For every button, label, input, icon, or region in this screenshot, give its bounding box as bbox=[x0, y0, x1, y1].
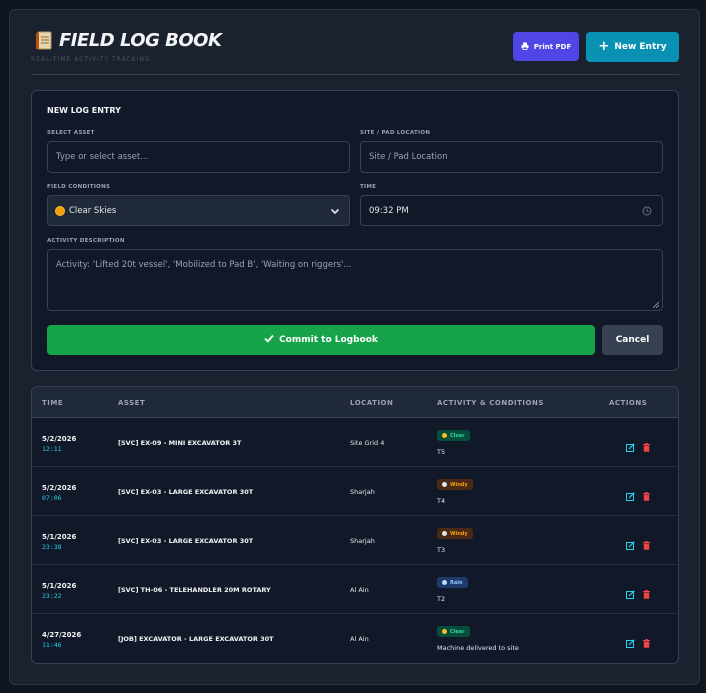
row-date: 5/1/2026 bbox=[42, 582, 77, 590]
log-table: TIME ASSET LOCATION ACTIVITY & CONDITION… bbox=[31, 386, 679, 664]
title-text: FIELD LOG BOOK bbox=[59, 30, 222, 51]
table-row: 5/2/2026 12:11 [SVC] EX-09 - MINI EXCAVA… bbox=[32, 418, 678, 467]
page-title: FIELD LOG BOOK bbox=[35, 30, 222, 51]
condition-badge: Windy bbox=[437, 528, 473, 539]
row-activity: T4 bbox=[437, 497, 446, 505]
row-activity: T5 bbox=[437, 448, 446, 456]
row-asset: [SVC] TH-06 - TELEHANDLER 20M ROTARY bbox=[118, 586, 271, 594]
check-icon bbox=[264, 334, 274, 346]
header-divider bbox=[31, 74, 679, 75]
row-date: 5/1/2026 bbox=[42, 533, 77, 541]
new-entry-label: New Entry bbox=[614, 42, 667, 52]
time-value: 09:32 PM bbox=[369, 205, 409, 216]
row-date: 5/2/2026 bbox=[42, 435, 77, 443]
location-label: SITE / PAD LOCATION bbox=[360, 130, 431, 136]
condition-label: Windy bbox=[450, 530, 468, 537]
edit-icon[interactable] bbox=[626, 535, 635, 550]
table-header: TIME ASSET LOCATION ACTIVITY & CONDITION… bbox=[32, 387, 678, 418]
sun-icon bbox=[442, 629, 447, 634]
cloud-rain-icon bbox=[442, 580, 447, 585]
time-label: TIME bbox=[360, 184, 377, 190]
description-label: ACTIVITY DESCRIPTION bbox=[47, 238, 125, 244]
column-header-activity: ACTIVITY & CONDITIONS bbox=[437, 399, 544, 407]
conditions-value: Clear Skies bbox=[69, 205, 117, 216]
row-activity: Machine delivered to site bbox=[437, 644, 519, 652]
delete-icon[interactable] bbox=[642, 633, 651, 648]
wind-icon bbox=[442, 482, 447, 487]
row-date: 4/27/2026 bbox=[42, 631, 82, 639]
print-label: Print PDF bbox=[533, 42, 572, 51]
conditions-select[interactable]: Clear Skies bbox=[47, 195, 350, 226]
printer-icon bbox=[521, 42, 529, 52]
delete-icon[interactable] bbox=[642, 437, 651, 452]
edit-icon[interactable] bbox=[626, 584, 635, 599]
edit-icon[interactable] bbox=[626, 437, 635, 452]
edit-icon[interactable] bbox=[626, 486, 635, 501]
conditions-label: FIELD CONDITIONS bbox=[47, 184, 111, 190]
row-activity: T3 bbox=[437, 546, 446, 554]
description-textarea[interactable]: Activity: 'Lifted 20t vessel', 'Mobilize… bbox=[47, 249, 663, 311]
new-entry-button[interactable]: + New Entry bbox=[586, 32, 679, 62]
row-asset: [JOB] EXCAVATOR - LARGE EXCAVATOR 30T bbox=[118, 635, 274, 643]
row-time: 23:38 bbox=[42, 543, 62, 551]
column-header-actions: ACTIONS bbox=[609, 399, 648, 407]
row-location: Al Ain bbox=[350, 586, 369, 594]
condition-label: Rain bbox=[450, 579, 463, 586]
row-location: Site Grid 4 bbox=[350, 439, 385, 447]
commit-button[interactable]: Commit to Logbook bbox=[47, 325, 595, 355]
cancel-label: Cancel bbox=[615, 335, 650, 345]
resize-handle-icon[interactable] bbox=[652, 301, 660, 309]
asset-label: SELECT ASSET bbox=[47, 130, 95, 136]
sun-icon bbox=[56, 206, 64, 215]
asset-placeholder: Type or select asset... bbox=[56, 152, 149, 162]
location-placeholder: Site / Pad Location bbox=[369, 152, 448, 162]
table-row: 5/1/2026 23:22 [SVC] TH-06 - TELEHANDLER… bbox=[32, 565, 678, 614]
column-header-asset: ASSET bbox=[118, 399, 146, 407]
sun-icon bbox=[442, 433, 447, 438]
chevron-down-icon bbox=[330, 206, 340, 216]
cancel-button[interactable]: Cancel bbox=[602, 325, 663, 355]
condition-badge: Clear bbox=[437, 430, 470, 441]
clock-icon[interactable] bbox=[642, 206, 652, 216]
condition-label: Windy bbox=[450, 481, 468, 488]
print-pdf-button[interactable]: Print PDF bbox=[513, 32, 579, 61]
condition-label: Clear bbox=[450, 628, 465, 635]
row-activity: T2 bbox=[437, 595, 446, 603]
row-location: Al Ain bbox=[350, 635, 369, 643]
page-subtitle: REAL-TIME ACTIVITY TRACKING bbox=[31, 56, 151, 63]
time-input[interactable]: 09:32 PM bbox=[360, 195, 663, 226]
delete-icon[interactable] bbox=[642, 584, 651, 599]
table-row: 4/27/2026 11:46 [JOB] EXCAVATOR - LARGE … bbox=[32, 614, 678, 663]
row-date: 5/2/2026 bbox=[42, 484, 77, 492]
plus-icon: + bbox=[598, 39, 610, 54]
condition-badge: Clear bbox=[437, 626, 470, 637]
asset-input[interactable]: Type or select asset... bbox=[47, 141, 350, 173]
condition-label: Clear bbox=[450, 432, 465, 439]
row-asset: [SVC] EX-09 - MINI EXCAVATOR 3T bbox=[118, 439, 242, 447]
description-placeholder: Activity: 'Lifted 20t vessel', 'Mobilize… bbox=[56, 260, 352, 270]
row-time: 11:46 bbox=[42, 641, 62, 649]
edit-icon[interactable] bbox=[626, 633, 635, 648]
row-time: 07:06 bbox=[42, 494, 62, 502]
row-location: Sharjah bbox=[350, 537, 375, 545]
notebook-icon bbox=[35, 31, 53, 51]
commit-label: Commit to Logbook bbox=[279, 335, 378, 345]
row-time: 23:22 bbox=[42, 592, 62, 600]
table-row: 5/1/2026 23:38 [SVC] EX-03 - LARGE EXCAV… bbox=[32, 516, 678, 565]
delete-icon[interactable] bbox=[642, 486, 651, 501]
column-header-time: TIME bbox=[42, 399, 64, 407]
row-asset: [SVC] EX-03 - LARGE EXCAVATOR 30T bbox=[118, 488, 254, 496]
condition-badge: Rain bbox=[437, 577, 468, 588]
row-location: Sharjah bbox=[350, 488, 375, 496]
condition-badge: Windy bbox=[437, 479, 473, 490]
form-title: NEW LOG ENTRY bbox=[47, 106, 121, 115]
column-header-location: LOCATION bbox=[350, 399, 394, 407]
delete-icon[interactable] bbox=[642, 535, 651, 550]
table-row: 5/2/2026 07:06 [SVC] EX-03 - LARGE EXCAV… bbox=[32, 467, 678, 516]
row-asset: [SVC] EX-03 - LARGE EXCAVATOR 30T bbox=[118, 537, 254, 545]
location-input[interactable]: Site / Pad Location bbox=[360, 141, 663, 173]
wind-icon bbox=[442, 531, 447, 536]
row-time: 12:11 bbox=[42, 445, 62, 453]
